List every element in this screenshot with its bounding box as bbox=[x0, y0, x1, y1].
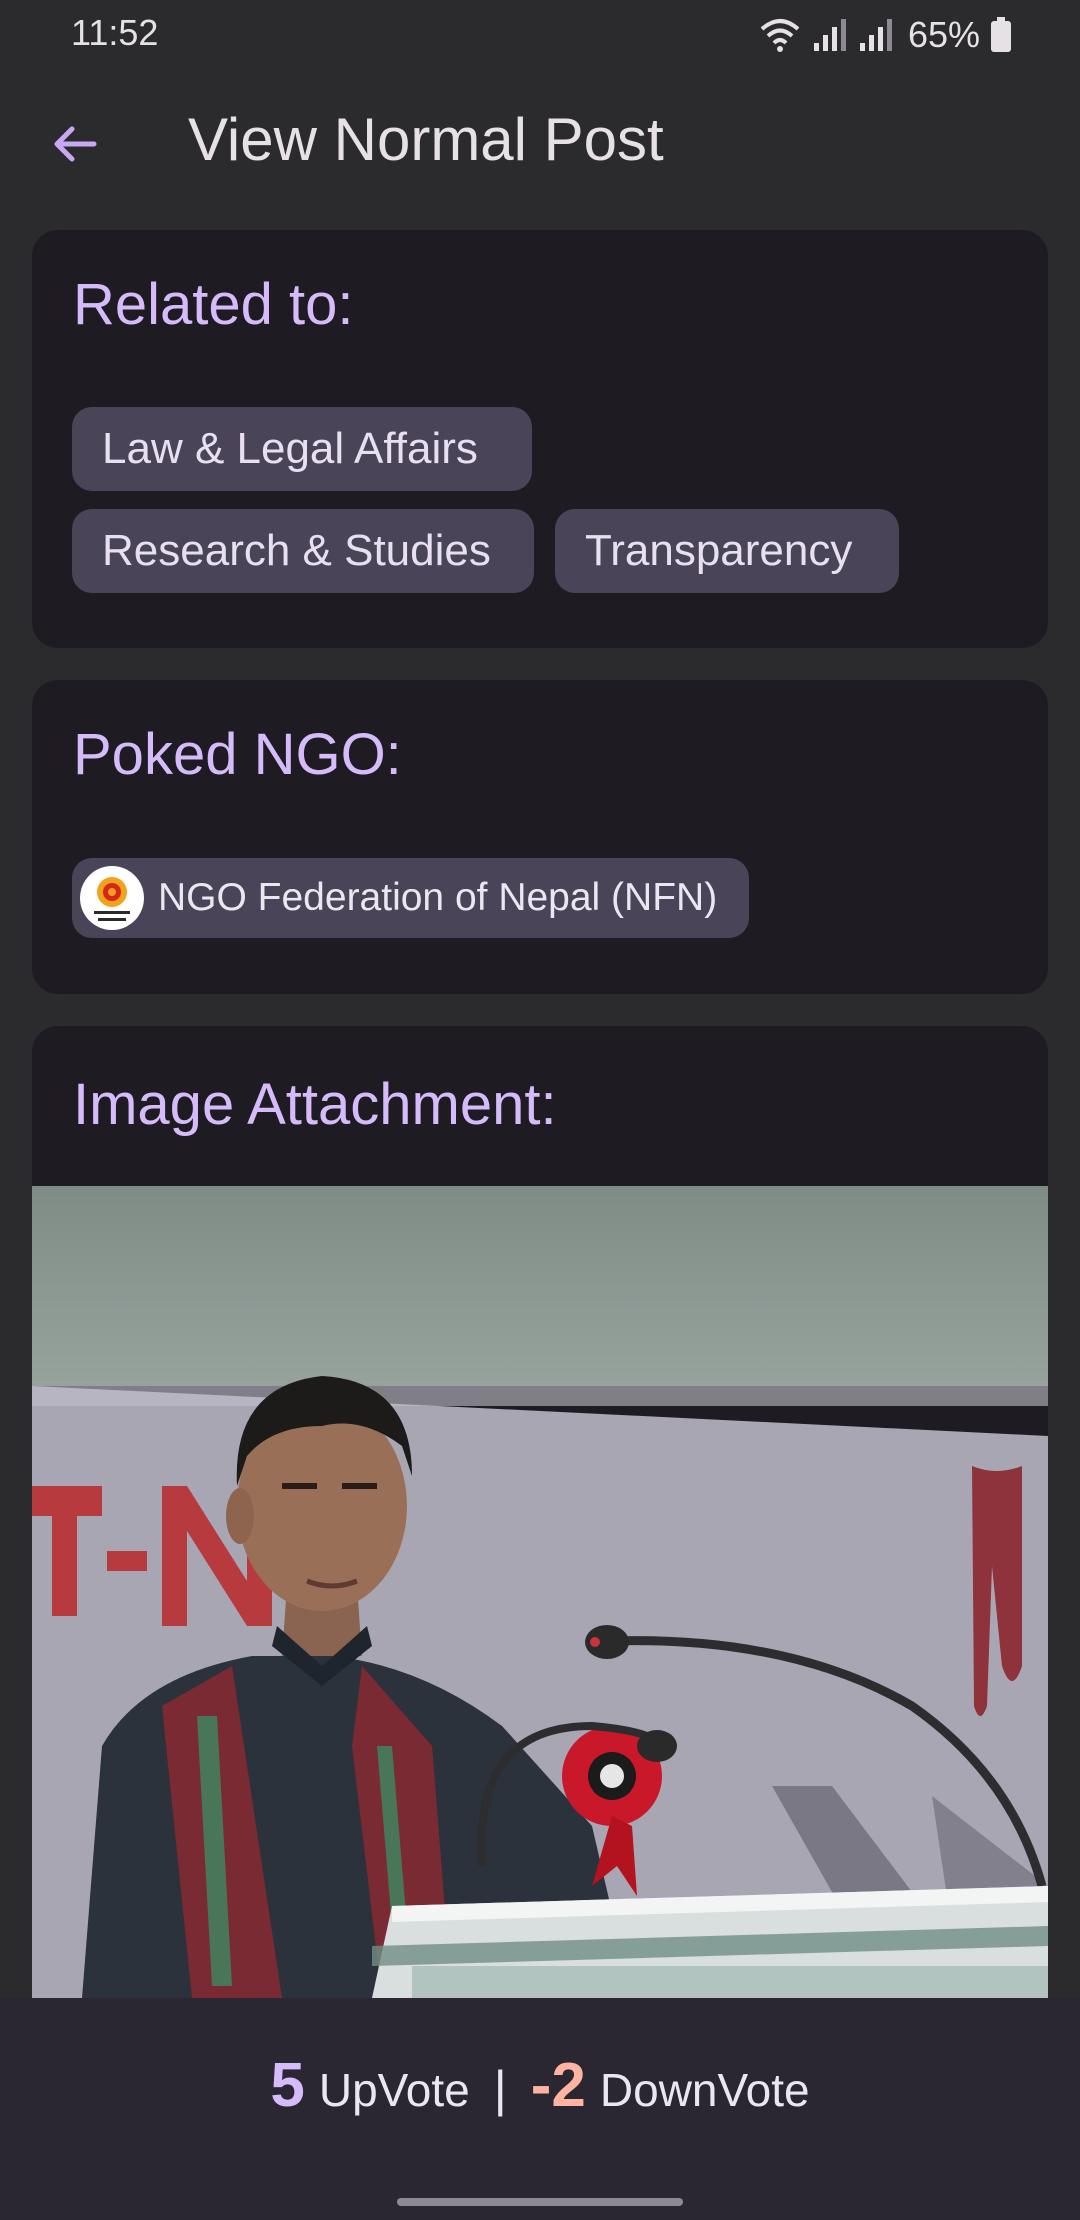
downvote-button[interactable]: DownVote bbox=[600, 2063, 810, 2117]
speaker-photo bbox=[32, 1186, 1048, 1998]
ngo-chip[interactable]: NGO Federation of Nepal (NFN) bbox=[72, 858, 749, 938]
poked-title: Poked NGO: bbox=[73, 722, 402, 787]
related-card: Related to: Law & Legal Affairs Research… bbox=[32, 230, 1048, 648]
vote-row: 5 UpVote | -2 DownVote bbox=[0, 2050, 1080, 2121]
ngo-name: NGO Federation of Nepal (NFN) bbox=[158, 876, 718, 919]
home-indicator[interactable] bbox=[397, 2198, 683, 2206]
vote-bar: 5 UpVote | -2 DownVote bbox=[0, 1998, 1080, 2220]
signal-icon bbox=[813, 19, 846, 51]
status-bar: 11:52 65% bbox=[0, 0, 1080, 70]
status-time: 11:52 bbox=[71, 12, 159, 53]
tag-chip-research[interactable]: Research & Studies bbox=[72, 509, 534, 593]
wifi-icon bbox=[760, 19, 800, 52]
ngo-logo-icon bbox=[94, 877, 130, 921]
upvote-count: 5 bbox=[270, 2051, 305, 2120]
attachment-title: Image Attachment: bbox=[73, 1072, 557, 1137]
vote-separator: | bbox=[493, 2061, 507, 2117]
tag-chip-transparency[interactable]: Transparency bbox=[555, 509, 899, 593]
poked-ngo-card: Poked NGO: NGO Federation of Nepal (NFN) bbox=[32, 680, 1048, 994]
related-title: Related to: bbox=[73, 272, 354, 337]
ngo-logo bbox=[80, 866, 144, 930]
attachment-image[interactable] bbox=[32, 1186, 1048, 1998]
tag-chip-law[interactable]: Law & Legal Affairs bbox=[72, 407, 532, 491]
downvote-count: -2 bbox=[530, 2051, 586, 2120]
app-bar: View Normal Post bbox=[0, 80, 1080, 196]
arrow-left-icon bbox=[54, 126, 97, 162]
battery-icon bbox=[991, 17, 1011, 52]
status-icons: 65% bbox=[758, 12, 1012, 58]
upvote-button[interactable]: UpVote bbox=[319, 2063, 470, 2117]
back-button[interactable] bbox=[36, 106, 112, 182]
battery-percent: 65% bbox=[907, 14, 980, 55]
page-title: View Normal Post bbox=[188, 106, 664, 173]
signal-icon-2 bbox=[859, 19, 892, 51]
